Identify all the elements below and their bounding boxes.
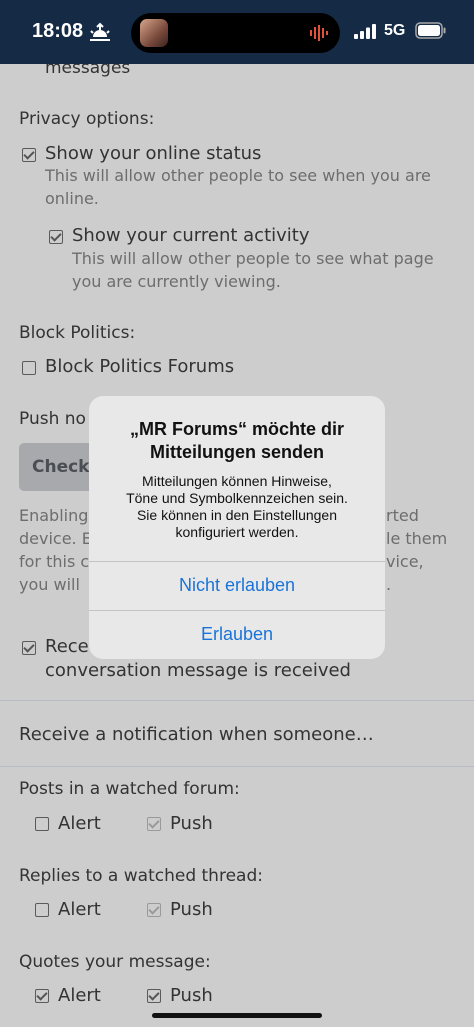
cut-off-text: messages xyxy=(45,64,131,78)
quotes-alert-checkbox[interactable] xyxy=(35,989,49,1003)
online-status-hint: This will allow other people to see when… xyxy=(45,166,431,185)
watched-forum-push-checkbox[interactable] xyxy=(147,817,161,831)
network-type: 5G xyxy=(384,22,406,39)
watched-thread-push-label[interactable]: Push xyxy=(170,899,213,920)
cellular-signal-icon xyxy=(354,24,376,39)
dialog-message: Mitteilungen können Hinweise, Töne und S… xyxy=(89,473,385,541)
battery-icon xyxy=(415,22,446,39)
dialog-title-line-2: Mitteilungen senden xyxy=(149,442,324,462)
push-desc-left-3: for this c xyxy=(19,552,90,571)
push-desc-right-1: rted xyxy=(386,506,419,525)
current-activity-checkbox[interactable] xyxy=(49,230,63,244)
block-politics-checkbox[interactable] xyxy=(22,361,36,375)
watched-forum-alert-checkbox[interactable] xyxy=(35,817,49,831)
watched-thread-alert-checkbox[interactable] xyxy=(35,903,49,917)
push-desc-left-1: Enabling xyxy=(19,506,89,525)
block-politics-heading: Block Politics: xyxy=(19,323,136,343)
conversation-push-checkbox[interactable] xyxy=(22,641,36,655)
quotes-heading: Quotes your message: xyxy=(19,952,211,972)
notification-permission-dialog: „MR Forums“ möchte dir Mitteilungen send… xyxy=(89,396,385,659)
audio-waveform-icon xyxy=(310,25,328,41)
push-desc-right-2: le them xyxy=(386,529,448,548)
current-activity-hint: This will allow other people to see what… xyxy=(72,249,434,268)
online-status-checkbox[interactable] xyxy=(22,148,36,162)
dialog-message-line-3: Sie können in den Einstellungen xyxy=(136,507,338,523)
quotes-alert-label[interactable]: Alert xyxy=(58,985,101,1006)
conversation-push-label[interactable]: Rece xyxy=(45,636,89,657)
quotes-push-checkbox[interactable] xyxy=(147,989,161,1003)
push-heading: Push no xyxy=(19,409,86,429)
watched-thread-alert-label[interactable]: Alert xyxy=(58,899,101,920)
status-time: 18:08 xyxy=(32,20,84,42)
watched-forum-alert-label[interactable]: Alert xyxy=(58,813,101,834)
watched-forum-heading: Posts in a watched forum: xyxy=(19,779,240,799)
conversation-push-label-2: conversation message is received xyxy=(45,660,351,681)
status-bar: 18:08 5G xyxy=(0,0,474,64)
online-status-hint-2: online. xyxy=(45,189,99,208)
privacy-heading: Privacy options: xyxy=(19,109,155,129)
watched-forum-push-label[interactable]: Push xyxy=(170,813,213,834)
current-activity-hint-2: you are currently viewing. xyxy=(72,272,281,291)
push-desc-left-4: you will xyxy=(19,575,80,594)
push-desc-right-4: . xyxy=(386,575,392,594)
allow-button[interactable]: Erlauben xyxy=(89,611,385,659)
dialog-message-line-4: konfiguriert werden. xyxy=(175,524,299,540)
push-desc-left-2: device. E xyxy=(19,529,92,548)
current-activity-label[interactable]: Show your current activity xyxy=(72,225,310,246)
dialog-title: „MR Forums“ möchte dir Mitteilungen send… xyxy=(89,418,385,464)
divider xyxy=(0,766,474,767)
home-indicator[interactable] xyxy=(152,1013,322,1018)
push-desc-right-3: vice, xyxy=(386,552,424,571)
dialog-message-line-1: Mitteilungen können Hinweise, xyxy=(142,473,332,489)
quotes-push-label[interactable]: Push xyxy=(170,985,213,1006)
online-status-label[interactable]: Show your online status xyxy=(45,143,261,164)
now-playing-artwork xyxy=(140,19,168,47)
dialog-title-line-1: „MR Forums“ möchte dir xyxy=(129,419,344,439)
dynamic-island[interactable] xyxy=(131,13,340,53)
block-politics-label[interactable]: Block Politics Forums xyxy=(45,356,234,377)
dialog-message-line-2: Töne und Symbolkennzeichen sein. xyxy=(126,490,348,506)
deny-button[interactable]: Nicht erlauben xyxy=(89,562,385,610)
sunset-icon xyxy=(90,22,110,41)
divider xyxy=(0,700,474,701)
notify-heading: Receive a notification when someone… xyxy=(19,724,374,745)
watched-thread-push-checkbox[interactable] xyxy=(147,903,161,917)
watched-thread-heading: Replies to a watched thread: xyxy=(19,866,263,886)
